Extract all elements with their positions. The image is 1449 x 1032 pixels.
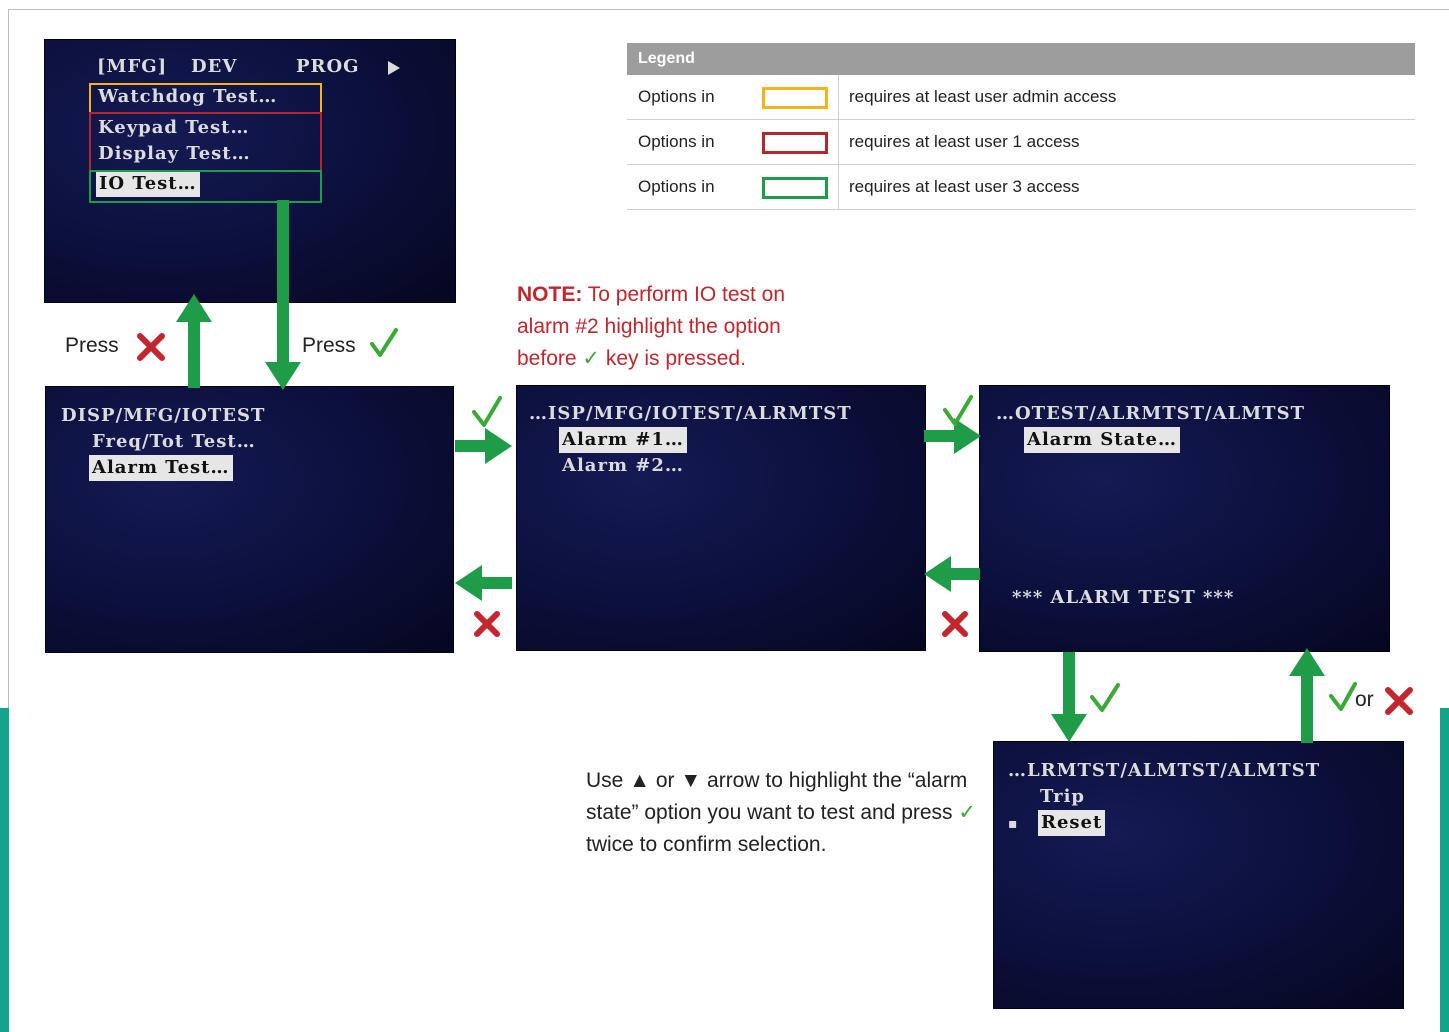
check-icon — [943, 395, 973, 426]
arrow-up-to-almtst — [1289, 648, 1325, 743]
arrow-down-to-iotest — [265, 200, 301, 390]
arrow-left-to-iotest — [455, 565, 512, 601]
cross-icon — [137, 333, 165, 361]
check-icon — [370, 328, 398, 357]
arrow-right-to-alrmtst — [455, 428, 512, 464]
arrow-up-back-to-main — [176, 294, 212, 388]
check-icon — [1090, 683, 1120, 712]
flow-arrows — [137, 200, 1413, 743]
arrow-down-to-alarm-state — [1051, 652, 1087, 742]
cross-icon — [942, 611, 968, 637]
arrow-left-to-alrmtst — [924, 556, 980, 592]
check-icon — [472, 396, 502, 427]
check-icon — [1329, 682, 1357, 711]
cross-icon — [474, 611, 500, 637]
cross-icon — [1385, 687, 1413, 715]
